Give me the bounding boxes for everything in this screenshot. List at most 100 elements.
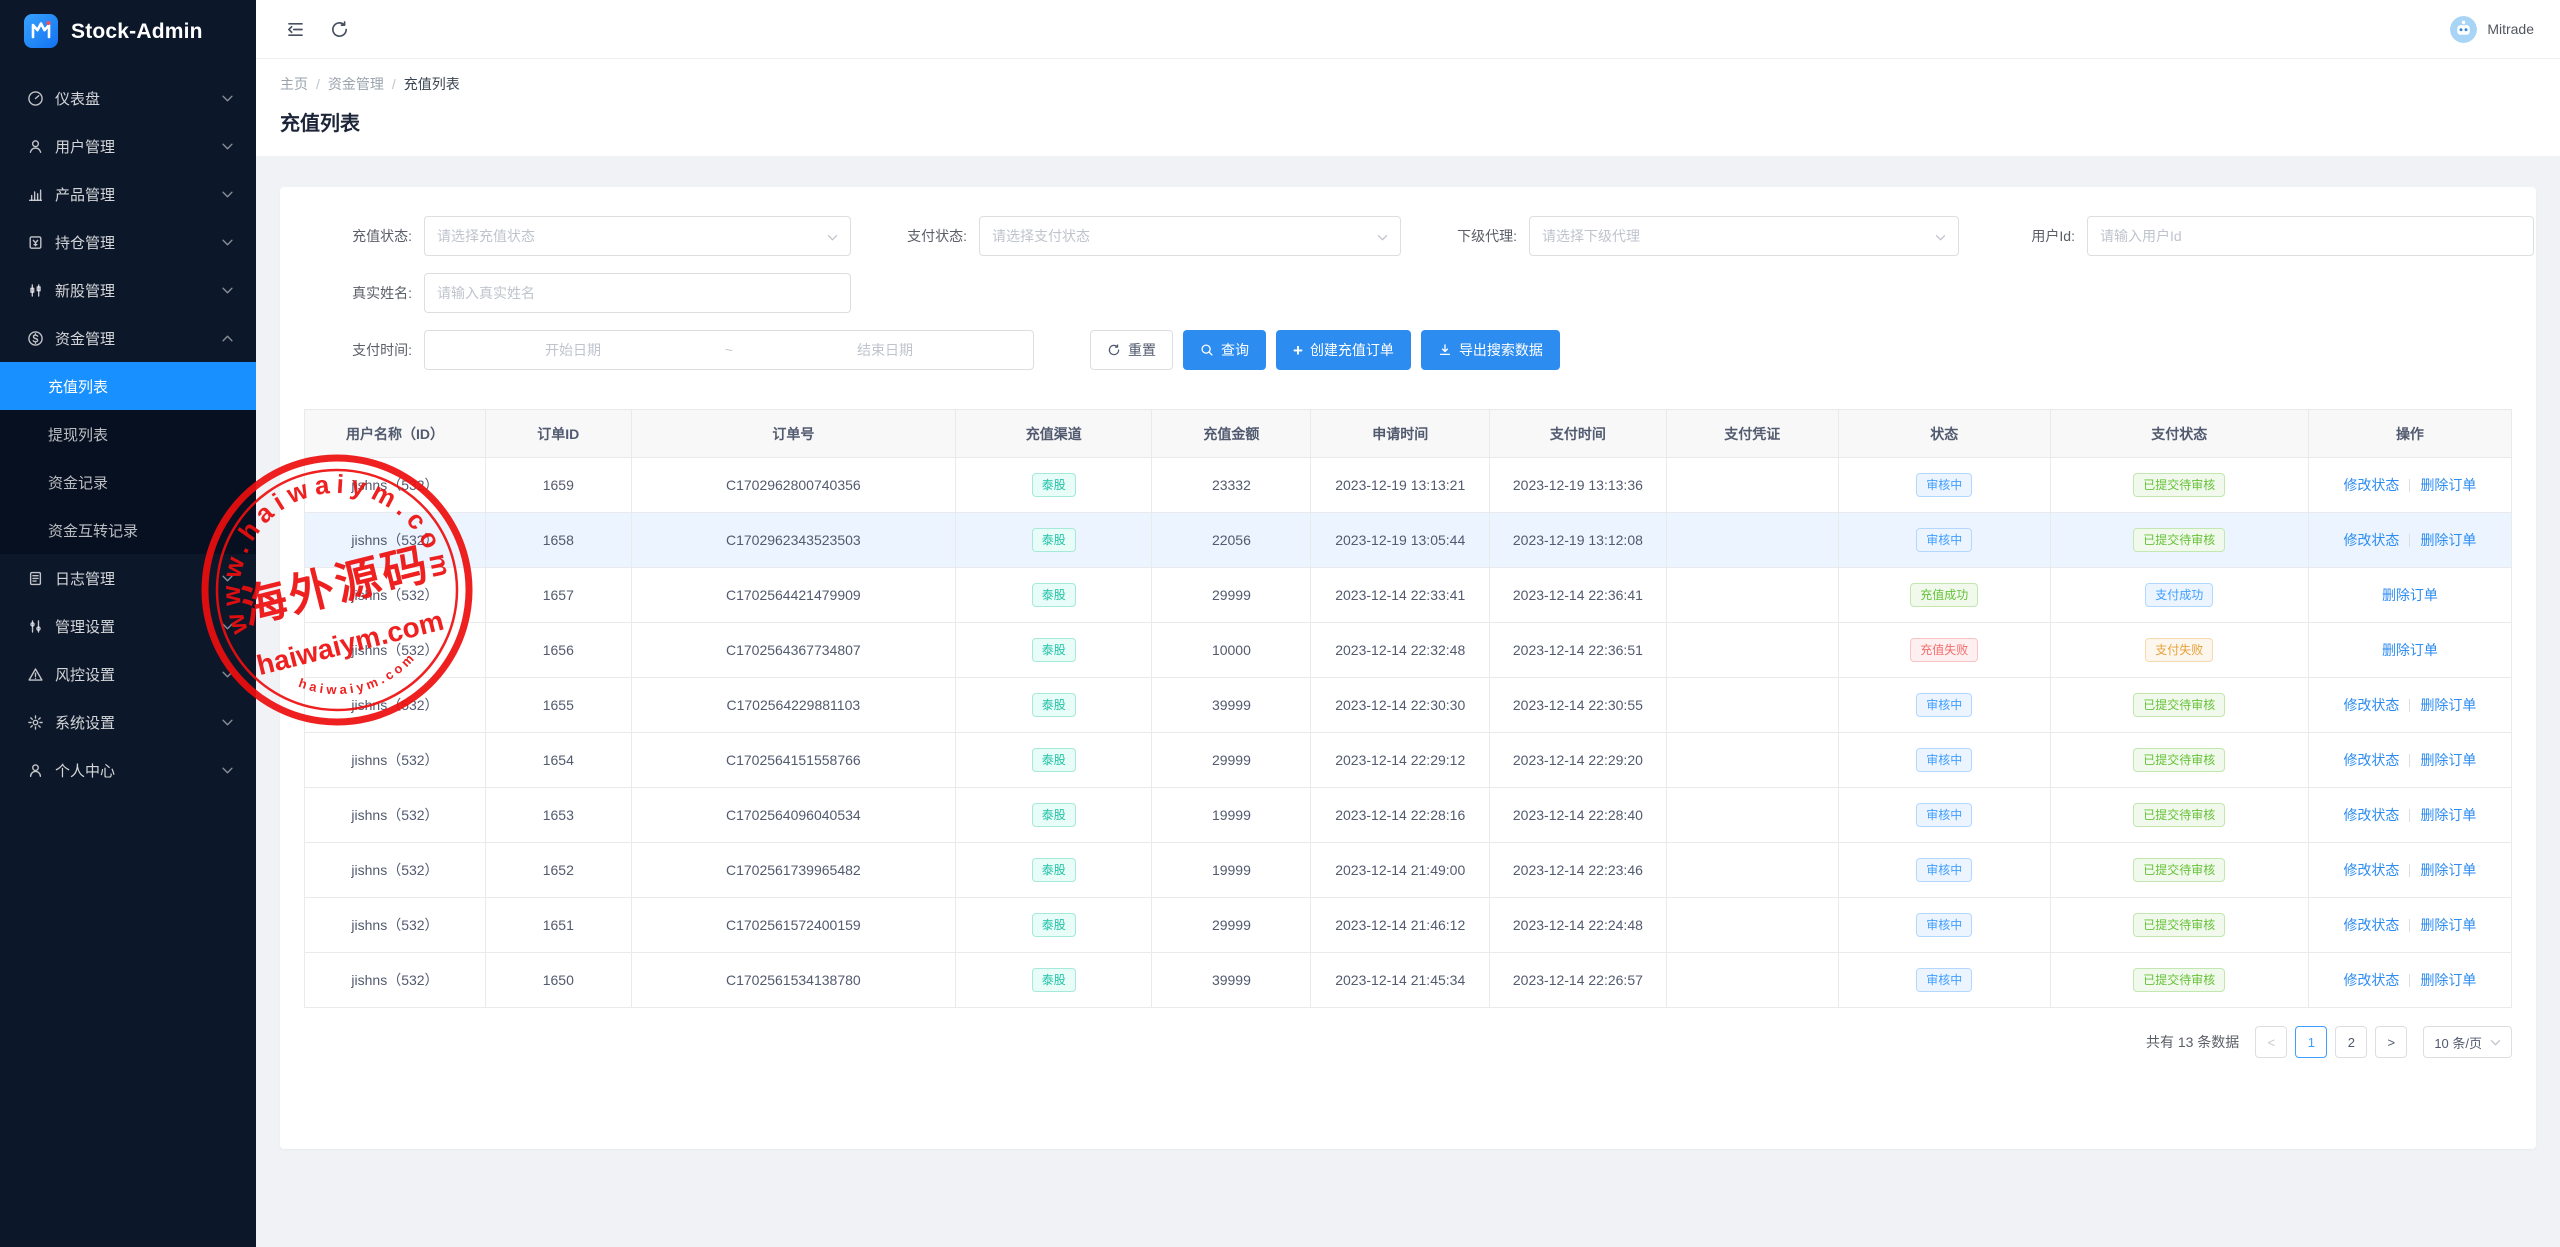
chevron-down-icon — [2490, 1039, 2501, 1046]
cell-user: jishns（532） — [305, 898, 486, 953]
cell-status: 审核中 — [1838, 458, 2050, 513]
filter-recharge-status: 充值状态: 请选择充值状态 — [304, 216, 851, 256]
sidebar-item-log-mgmt[interactable]: 日志管理 — [0, 554, 256, 602]
status-tag: 审核中 — [1916, 528, 1972, 552]
agent-select[interactable]: 请选择下级代理 — [1529, 216, 1959, 256]
cell-order-id: 1650 — [485, 953, 631, 1008]
filter-pay-status: 支付状态: 请选择支付状态 — [859, 216, 1401, 256]
cell-status: 审核中 — [1838, 513, 2050, 568]
delete-order-link[interactable]: 删除订单 — [2420, 752, 2476, 768]
modify-status-link[interactable]: 修改状态 — [2343, 477, 2399, 493]
cell-order-no: C1702962343523503 — [631, 513, 955, 568]
delete-order-link[interactable]: 删除订单 — [2420, 477, 2476, 493]
sidebar-item-label: 风控设置 — [55, 664, 222, 685]
cell-status: 充值失败 — [1838, 623, 2050, 678]
breadcrumb-separator: / — [316, 76, 320, 92]
pagination-page-1[interactable]: 1 — [2295, 1026, 2327, 1058]
pagination-next-button[interactable]: > — [2375, 1026, 2407, 1058]
pagination-prev-button[interactable]: < — [2255, 1026, 2287, 1058]
sidebar-subitem-recharge-list[interactable]: 充值列表 — [0, 362, 256, 410]
pagination-page-2[interactable]: 2 — [2335, 1026, 2367, 1058]
sidebar-item-risk-settings[interactable]: 风控设置 — [0, 650, 256, 698]
username[interactable]: Mitrade — [2487, 21, 2534, 37]
modify-status-link[interactable]: 修改状态 — [2343, 807, 2399, 823]
real-name-input[interactable] — [424, 273, 851, 313]
breadcrumb-item: 充值列表 — [404, 74, 460, 94]
delete-order-link[interactable]: 删除订单 — [2420, 972, 2476, 988]
cell-pay-time: 2023-12-14 22:36:41 — [1490, 568, 1667, 623]
delete-order-link[interactable]: 删除订单 — [2420, 862, 2476, 878]
pagination-pages: 12 — [2295, 1026, 2367, 1058]
export-search-data-button[interactable]: 导出搜索数据 — [1421, 330, 1560, 370]
cell-pay-time: 2023-12-14 22:36:51 — [1490, 623, 1667, 678]
delete-order-link[interactable]: 删除订单 — [2420, 697, 2476, 713]
cell-pay-time: 2023-12-14 22:23:46 — [1490, 843, 1667, 898]
cell-apply-time: 2023-12-14 22:28:16 — [1311, 788, 1490, 843]
pay-status-tag: 已提交待审核 — [2133, 803, 2225, 827]
reset-button[interactable]: 重置 — [1090, 330, 1173, 370]
collapse-sidebar-icon[interactable] — [284, 18, 306, 40]
delete-order-link[interactable]: 删除订单 — [2420, 532, 2476, 548]
cell-ops: 修改状态 删除订单 — [2308, 898, 2511, 953]
user-id-input[interactable] — [2087, 216, 2534, 256]
plus-icon: + — [1293, 342, 1303, 359]
status-tag: 审核中 — [1916, 473, 1972, 497]
sidebar-item-fund-mgmt[interactable]: 资金管理 — [0, 314, 256, 362]
modify-status-link[interactable]: 修改状态 — [2343, 532, 2399, 548]
sidebar-subitem-withdraw-list[interactable]: 提现列表 — [0, 410, 256, 458]
sidebar-item-admin-settings[interactable]: 管理设置 — [0, 602, 256, 650]
modify-status-link[interactable]: 修改状态 — [2343, 752, 2399, 768]
table-row: jishns（532）1659C1702962800740356泰股233322… — [305, 458, 2512, 513]
cell-voucher — [1666, 898, 1838, 953]
delete-order-link[interactable]: 删除订单 — [2420, 807, 2476, 823]
sidebar-subitem-fund-records[interactable]: 资金记录 — [0, 458, 256, 506]
breadcrumb-item[interactable]: 资金管理 — [328, 74, 384, 94]
page-size-select[interactable]: 10 条/页 — [2423, 1026, 2512, 1058]
avatar[interactable] — [2450, 16, 2477, 43]
modify-status-link[interactable]: 修改状态 — [2343, 917, 2399, 933]
cell-apply-time: 2023-12-14 21:46:12 — [1311, 898, 1490, 953]
recharge-status-select[interactable]: 请选择充值状态 — [424, 216, 851, 256]
app-title: Stock-Admin — [71, 20, 203, 44]
delete-order-link[interactable]: 删除订单 — [2382, 642, 2438, 658]
cell-order-no: C1702564151558766 — [631, 733, 955, 788]
modify-status-link[interactable]: 修改状态 — [2343, 972, 2399, 988]
sidebar-item-system-settings[interactable]: 系统设置 — [0, 698, 256, 746]
breadcrumb-item[interactable]: 主页 — [280, 74, 308, 94]
column-header: 订单号 — [631, 410, 955, 458]
sidebar-item-product-mgmt[interactable]: 产品管理 — [0, 170, 256, 218]
filter-agent: 下级代理: 请选择下级代理 — [1409, 216, 1959, 256]
refresh-icon[interactable] — [328, 18, 350, 40]
recharge-list-card: 充值状态: 请选择充值状态 支付状态: 请选择支付状态 — [280, 187, 2536, 1149]
filter-user-id: 用户Id: — [1967, 216, 2534, 256]
search-button[interactable]: 查询 — [1183, 330, 1266, 370]
table-body: jishns（532）1659C1702962800740356泰股233322… — [305, 458, 2512, 1008]
cell-pay-status: 已提交待审核 — [2050, 513, 2308, 568]
filter-row-1: 充值状态: 请选择充值状态 支付状态: 请选择支付状态 — [304, 216, 2512, 256]
app-logo-icon — [24, 14, 58, 51]
op-divider — [2409, 534, 2410, 547]
column-header: 状态 — [1838, 410, 2050, 458]
user-menu[interactable]: Mitrade — [2450, 16, 2534, 43]
delete-order-link[interactable]: 删除订单 — [2420, 917, 2476, 933]
end-date-placeholder: 结束日期 — [749, 340, 1021, 360]
sidebar-item-ipo-mgmt[interactable]: 新股管理 — [0, 266, 256, 314]
status-tag: 充值成功 — [1910, 583, 1978, 607]
cell-voucher — [1666, 568, 1838, 623]
pay-status-select[interactable]: 请选择支付状态 — [979, 216, 1401, 256]
delete-order-link[interactable]: 删除订单 — [2382, 587, 2438, 603]
pay-time-range-picker[interactable]: 开始日期 ~ 结束日期 — [424, 330, 1034, 370]
sidebar-item-user-mgmt[interactable]: 用户管理 — [0, 122, 256, 170]
recharge-status-label: 充值状态: — [304, 226, 424, 246]
op-divider — [2409, 864, 2410, 877]
create-recharge-order-button[interactable]: + 创建充值订单 — [1276, 330, 1411, 370]
cell-voucher — [1666, 788, 1838, 843]
sidebar-item-position-mgmt[interactable]: 持仓管理 — [0, 218, 256, 266]
modify-status-link[interactable]: 修改状态 — [2343, 862, 2399, 878]
sidebar-item-profile-center[interactable]: 个人中心 — [0, 746, 256, 794]
modify-status-link[interactable]: 修改状态 — [2343, 697, 2399, 713]
sidebar-item-dashboard[interactable]: 仪表盘 — [0, 74, 256, 122]
sidebar-subitem-fund-transfer-records[interactable]: 资金互转记录 — [0, 506, 256, 554]
table-row: jishns（532）1650C1702561534138780泰股399992… — [305, 953, 2512, 1008]
cell-channel: 泰股 — [956, 843, 1152, 898]
